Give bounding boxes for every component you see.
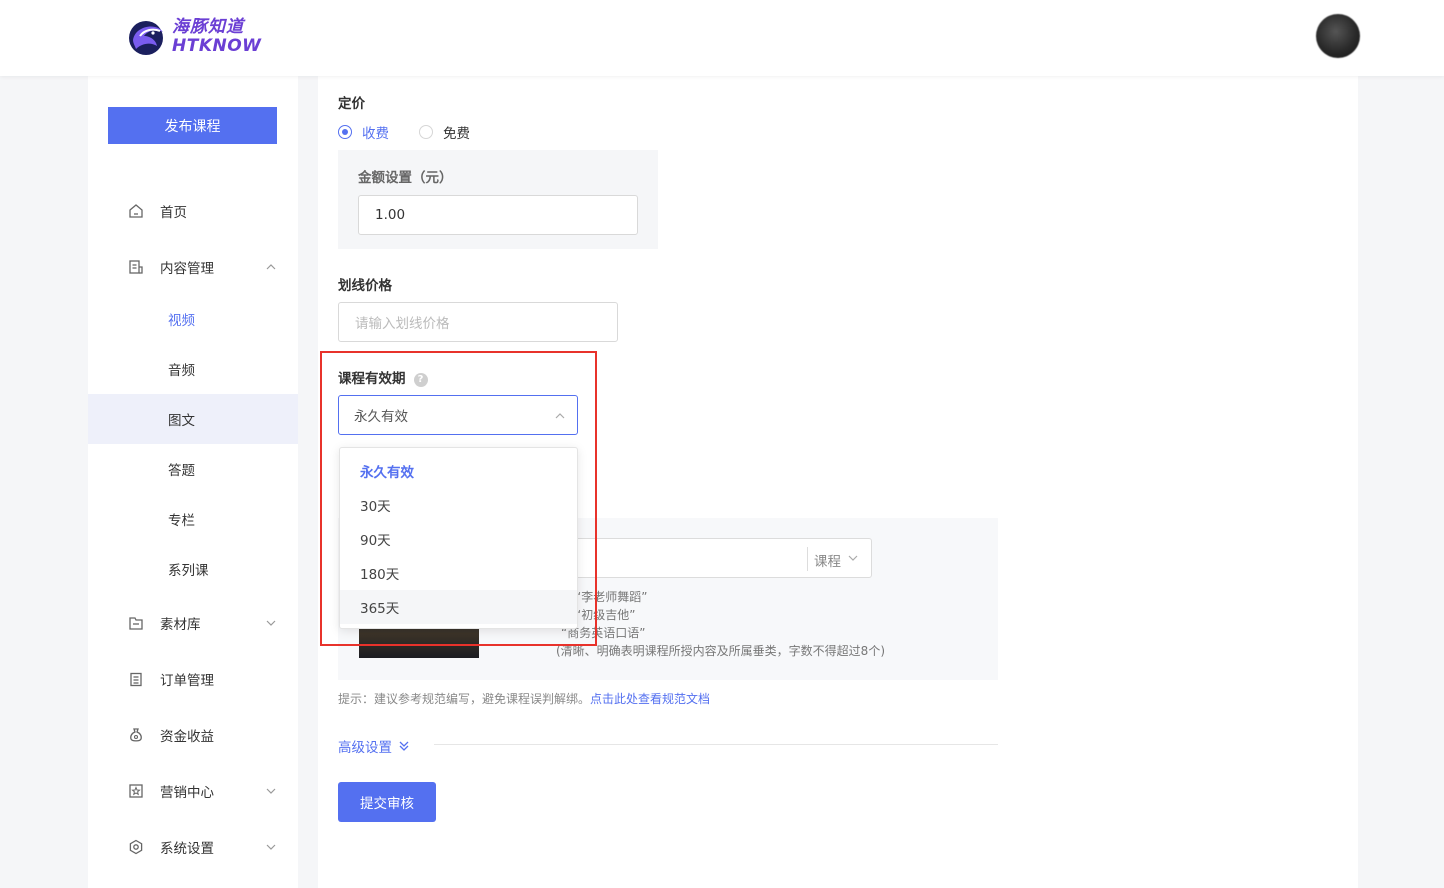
sidebar-subitem-quiz[interactable]: 答题 (88, 444, 298, 494)
sidebar-item-label: 订单管理 (160, 673, 214, 689)
sidebar-item-marketing[interactable]: 营销中心 (88, 766, 298, 816)
name-rule-text: (清晰、明确表明课程所授内容及所属垂类，字数不得超过8个) (556, 644, 886, 658)
chevron-down-icon (848, 555, 858, 561)
sidebar-item-home[interactable]: 首页 (88, 186, 298, 236)
avatar[interactable] (1316, 14, 1360, 58)
sidebar-item-funds[interactable]: 资金收益 (88, 710, 298, 760)
validity-dropdown: 永久有效 30天 90天 180天 365天 (339, 447, 578, 629)
sidebar-item-label: 系统设置 (160, 841, 214, 857)
spec-doc-link[interactable]: 点击此处查看规范文档 (590, 692, 710, 706)
brand-name-cn: 海豚知道 (172, 17, 244, 37)
validity-title-text: 课程有效期 (338, 371, 406, 387)
name-example: “初级吉他” (575, 608, 636, 622)
advanced-settings-label: 高级设置 (338, 740, 392, 756)
sidebar-item-content[interactable]: 内容管理 (88, 242, 298, 292)
sidebar-item-label: 首页 (160, 205, 187, 221)
pricing-radio-group: 收费 免费 (338, 122, 470, 142)
name-example: “李老师舞蹈” (575, 590, 648, 604)
star-icon (129, 784, 143, 798)
double-chevron-down-icon (399, 741, 409, 751)
help-icon[interactable]: ? (413, 373, 428, 387)
sidebar-subitem-label: 音频 (168, 363, 195, 379)
paid-radio[interactable] (338, 125, 352, 139)
logo[interactable]: 海豚知道 HTKNOW (126, 16, 261, 58)
validity-option[interactable]: 永久有效 (340, 454, 577, 488)
amount-label: 金额设置（元） (358, 170, 453, 186)
pricing-title: 定价 (338, 96, 365, 112)
dolphin-logo-icon (129, 21, 163, 55)
sidebar-subitem-column[interactable]: 专栏 (88, 494, 298, 544)
sidebar-item-orders[interactable]: 订单管理 (88, 654, 298, 704)
chevron-down-icon (266, 844, 276, 850)
sidebar-subitem-series[interactable]: 系列课 (88, 544, 298, 594)
course-type-select[interactable]: 课程 (814, 550, 841, 570)
sidebar-subitem-label: 视频 (168, 313, 195, 329)
sidebar-subitem-label: 系列课 (168, 563, 209, 579)
validity-option[interactable]: 30天 (340, 488, 577, 522)
amount-settings-box: 金额设置（元） 1.00 (338, 150, 658, 249)
validity-option[interactable]: 180天 (340, 556, 577, 590)
sidebar-item-label: 营销中心 (160, 785, 214, 801)
advanced-divider (434, 744, 998, 745)
publish-course-button[interactable]: 发布课程 (108, 107, 277, 144)
paid-radio-label[interactable]: 收费 (362, 122, 389, 142)
advanced-settings-toggle[interactable]: 高级设置 (338, 736, 410, 756)
hint-text: 提示：建议参考规范编写，避免课程误判解绑。点击此处查看规范文档 (338, 690, 710, 707)
sidebar-item-label: 资金收益 (160, 729, 214, 745)
validity-selected-value: 永久有效 (354, 409, 408, 425)
validity-select[interactable]: 永久有效 (338, 395, 578, 435)
amount-input[interactable]: 1.00 (358, 195, 638, 235)
sidebar-item-label: 素材库 (160, 617, 201, 633)
validity-title: 课程有效期? (338, 367, 428, 387)
document-icon (129, 260, 143, 274)
money-bag-icon (130, 728, 142, 742)
chevron-up-icon (555, 413, 565, 419)
chevron-down-icon (266, 620, 276, 626)
sidebar-item-settings[interactable]: 系统设置 (88, 822, 298, 872)
validity-option[interactable]: 365天 (340, 590, 577, 624)
top-bar: 海豚知道 HTKNOW (0, 0, 1444, 76)
validity-option[interactable]: 90天 (340, 522, 577, 556)
hint-body: 提示：建议参考规范编写，避免课程误判解绑。 (338, 692, 591, 706)
sidebar-item-materials[interactable]: 素材库 (88, 598, 298, 648)
folder-icon (129, 617, 143, 630)
amount-value: 1.00 (375, 207, 406, 223)
home-icon (129, 204, 143, 218)
free-radio[interactable] (419, 125, 433, 139)
sidebar-item-label: 内容管理 (160, 261, 214, 277)
strike-price-input[interactable]: 请输入划线价格 (338, 302, 618, 342)
strike-price-placeholder: 请输入划线价格 (355, 316, 450, 332)
sidebar-subitem-article[interactable]: 图文 (88, 394, 298, 444)
sidebar: 发布课程 首页 内容管理 视频 音频 图文 答题 专栏 系列课 素材库 订单管理… (88, 76, 298, 888)
settings-icon (129, 839, 143, 855)
sidebar-subitem-label: 图文 (168, 413, 195, 429)
brand-name-en: HTKNOW (172, 36, 262, 56)
sidebar-subitem-audio[interactable]: 音频 (88, 344, 298, 394)
sidebar-subitem-label: 答题 (168, 463, 195, 479)
sidebar-subitem-video[interactable]: 视频 (88, 294, 298, 344)
sidebar-subitem-label: 专栏 (168, 513, 195, 529)
free-radio-label[interactable]: 免费 (443, 122, 470, 142)
chevron-down-icon (266, 788, 276, 794)
course-name-input[interactable]: 课程 (557, 538, 872, 578)
submit-review-button[interactable]: 提交审核 (338, 782, 436, 822)
input-divider (807, 547, 808, 571)
chevron-up-icon (266, 264, 276, 270)
clipboard-icon (130, 672, 142, 687)
strike-price-title: 划线价格 (338, 278, 392, 294)
